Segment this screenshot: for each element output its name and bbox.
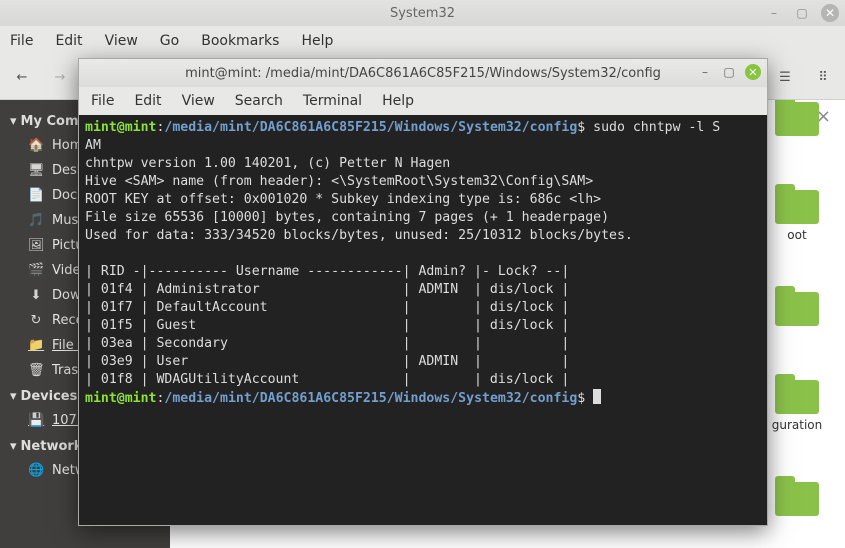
menu-edit[interactable]: Edit	[55, 33, 82, 49]
disk-icon: 💾	[28, 413, 44, 428]
output-line: | 01f5 | Guest | | dis/lock |	[85, 318, 569, 333]
minimize-icon[interactable]: –	[697, 64, 713, 80]
fm-title: System32	[390, 6, 455, 21]
command-text: sudo chntpw -l S	[585, 120, 720, 135]
prompt-path: /media/mint/DA6C861A6C85F215/Windows/Sys…	[164, 391, 577, 406]
minimize-icon[interactable]: –	[765, 4, 783, 22]
output-line: | 03e9 | User | ADMIN | |	[85, 354, 569, 369]
chevron-down-icon: ▾	[10, 114, 17, 129]
term-titlebar: mint@mint: /media/mint/DA6C861A6C85F215/…	[79, 59, 767, 87]
folder-icon	[775, 380, 819, 414]
filesystem-icon: 📁	[28, 338, 44, 353]
command-text-wrap: AM	[85, 138, 101, 153]
terminal-output[interactable]: mint@mint:/media/mint/DA6C861A6C85F215/W…	[79, 115, 767, 525]
music-icon: 🎵	[28, 213, 44, 228]
output-line: chntpw version 1.00 140201, (c) Petter N…	[85, 156, 450, 171]
folder-icon	[775, 190, 819, 224]
downloads-icon: ⬇	[28, 288, 44, 303]
videos-icon: 🎬	[28, 263, 44, 278]
back-icon[interactable]: ←	[10, 66, 34, 90]
prompt-user: mint@mint	[85, 120, 156, 135]
term-title: mint@mint: /media/mint/DA6C861A6C85F215/…	[185, 66, 661, 81]
output-line: Used for data: 333/34520 blocks/bytes, u…	[85, 228, 633, 243]
output-line: | RID -|---------- Username ------------…	[85, 264, 569, 279]
list-view-icon[interactable]: ☰	[773, 66, 797, 90]
close-icon[interactable]: ✕	[745, 64, 761, 80]
forward-icon[interactable]: →	[48, 66, 72, 90]
maximize-icon[interactable]: ▢	[793, 4, 811, 22]
prompt-path: /media/mint/DA6C861A6C85F215/Windows/Sys…	[164, 120, 577, 135]
desktop-icon: 🖥	[28, 163, 44, 178]
folder-item[interactable]: oot	[767, 190, 827, 242]
term-menu-edit[interactable]: Edit	[134, 93, 161, 109]
output-line: ROOT KEY at offset: 0x001020 * Subkey in…	[85, 192, 601, 207]
folder-icon	[775, 482, 819, 516]
output-line: Hive <SAM> name (from header): <\SystemR…	[85, 174, 593, 189]
menu-file[interactable]: File	[10, 33, 33, 49]
folder-icon	[775, 102, 819, 136]
menu-go[interactable]: Go	[160, 33, 179, 49]
home-icon: 🏠	[28, 138, 44, 153]
compact-view-icon[interactable]: ⠿	[811, 66, 835, 90]
output-line: | 01f8 | WDAGUtilityAccount | | dis/lock…	[85, 372, 569, 387]
output-line: | 01f4 | Administrator | ADMIN | dis/loc…	[85, 282, 569, 297]
term-menu-terminal[interactable]: Terminal	[303, 93, 362, 109]
folder-item[interactable]	[767, 482, 827, 520]
chevron-down-icon: ▾	[10, 389, 17, 404]
term-menu-help[interactable]: Help	[382, 93, 414, 109]
folder-item[interactable]: guration	[767, 380, 827, 432]
output-line: | 01f7 | DefaultAccount | | dis/lock |	[85, 300, 569, 315]
output-line: File size 65536 [10000] bytes, containin…	[85, 210, 609, 225]
trash-icon: 🗑	[28, 363, 44, 378]
fm-menubar: File Edit View Go Bookmarks Help	[0, 26, 845, 56]
fm-titlebar: System32 – ▢ ✕	[0, 0, 845, 26]
menu-bookmarks[interactable]: Bookmarks	[201, 33, 279, 49]
recent-icon: ↻	[28, 313, 44, 328]
menu-help[interactable]: Help	[301, 33, 333, 49]
term-menu-file[interactable]: File	[91, 93, 114, 109]
folder-item[interactable]	[767, 102, 827, 140]
output-line: | 03ea | Secondary | | |	[85, 336, 569, 351]
chevron-down-icon: ▾	[10, 439, 17, 454]
folder-item[interactable]	[767, 292, 827, 330]
pictures-icon: 🖼	[28, 238, 44, 253]
menu-view[interactable]: View	[105, 33, 138, 49]
prompt-user: mint@mint	[85, 391, 156, 406]
term-menubar: File Edit View Search Terminal Help	[79, 87, 767, 115]
close-icon[interactable]: ✕	[821, 4, 839, 22]
maximize-icon[interactable]: ▢	[721, 64, 737, 80]
terminal-window: mint@mint: /media/mint/DA6C861A6C85F215/…	[78, 58, 768, 526]
cursor-icon	[593, 389, 601, 404]
term-menu-view[interactable]: View	[182, 93, 215, 109]
folder-icon	[775, 292, 819, 326]
term-menu-search[interactable]: Search	[235, 93, 283, 109]
documents-icon: 📄	[28, 188, 44, 203]
network-icon: 🌐	[28, 463, 44, 478]
